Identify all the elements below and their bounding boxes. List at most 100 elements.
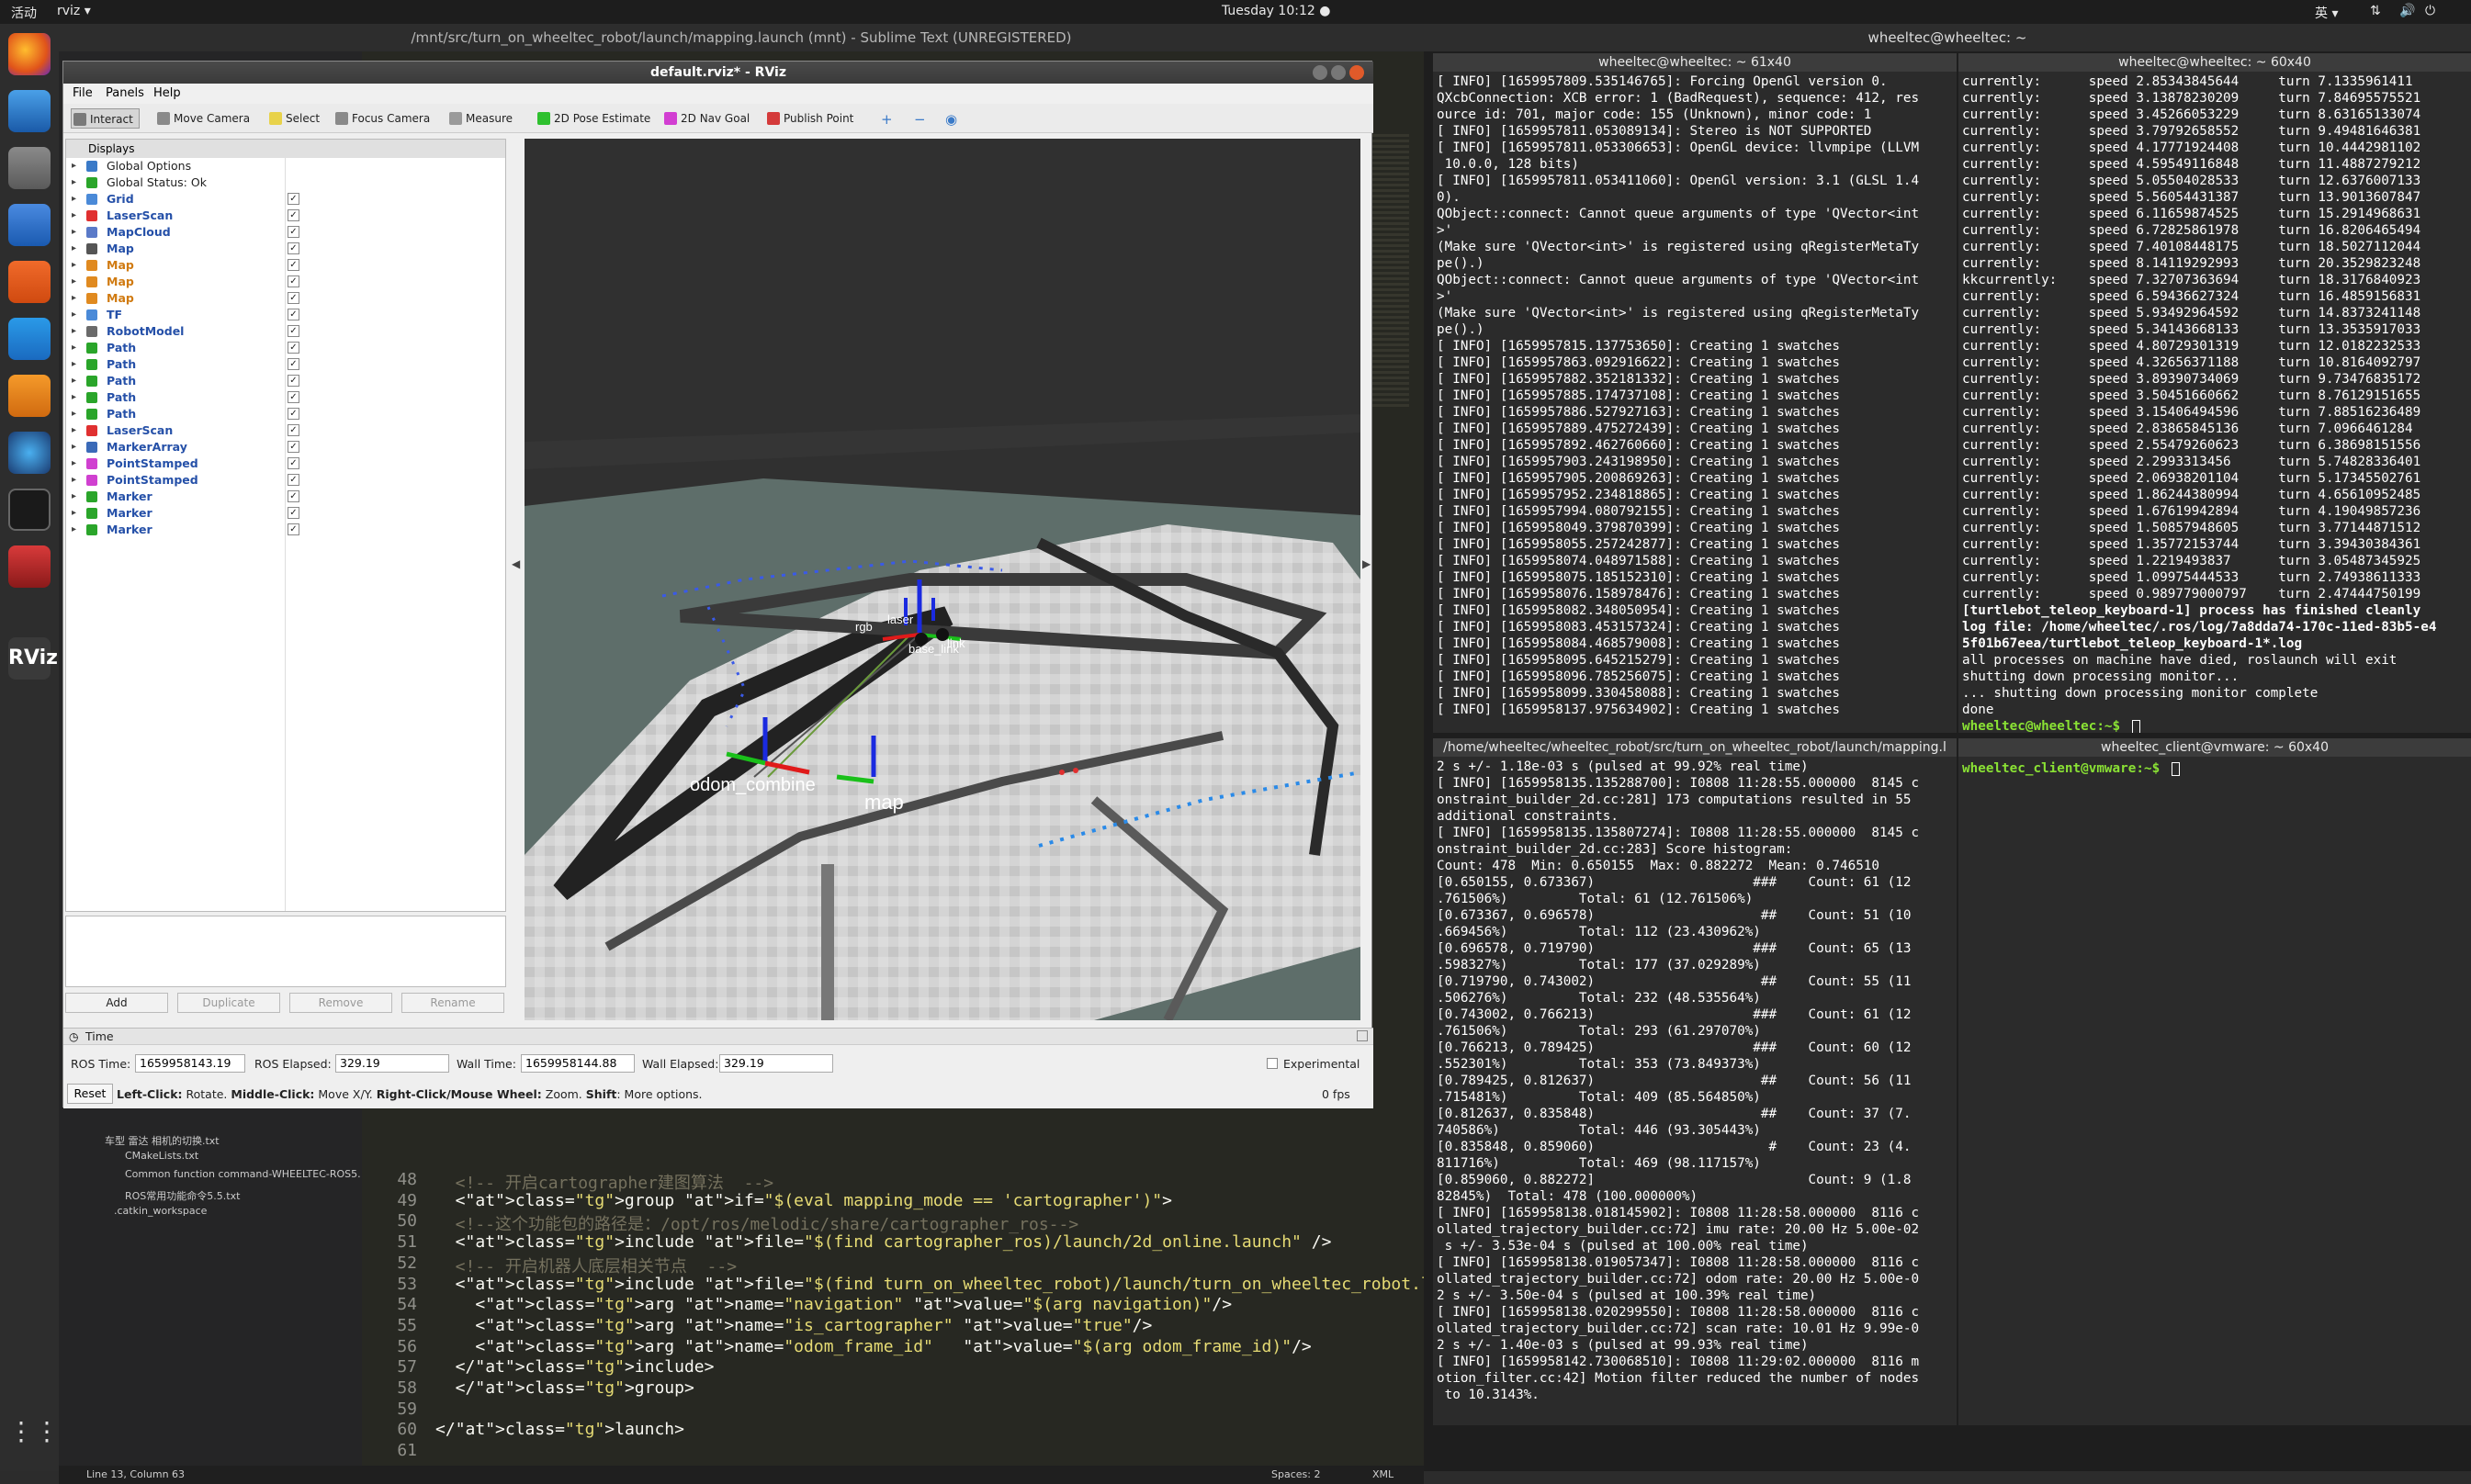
expand-icon[interactable]: ▸ — [72, 489, 76, 505]
expand-icon[interactable]: ▸ — [72, 406, 76, 422]
ros-elapsed-field[interactable]: 329.19 — [335, 1054, 449, 1073]
display-item[interactable]: ▸ MarkerArray ✓ — [66, 439, 505, 455]
3d-view[interactable]: odom_combine map rgb base_link laser lin… — [525, 139, 1360, 1020]
code-line[interactable]: <"at">class="tg">include "at">file="$(fi… — [435, 1275, 1501, 1294]
display-item[interactable]: ▸ Grid ✓ — [66, 191, 505, 208]
display-item[interactable]: ▸ PointStamped ✓ — [66, 455, 505, 472]
thunderbird-icon[interactable] — [8, 90, 51, 132]
code-line[interactable]: </"at">class="tg">include> — [435, 1357, 715, 1377]
power-icon[interactable]: ⏻ — [2425, 4, 2435, 18]
display-item[interactable]: ▸ TF ✓ — [66, 307, 505, 323]
display-enabled-checkbox[interactable]: ✓ — [288, 490, 299, 502]
activities-button[interactable]: 活动 — [11, 4, 37, 22]
add-tool-icon[interactable]: + — [881, 111, 893, 128]
code-line[interactable]: </"at">class="tg">group> — [435, 1378, 694, 1398]
expand-icon[interactable]: ▸ — [72, 208, 76, 224]
viewer-icon[interactable] — [8, 545, 51, 588]
tool-2d-pose-estimate[interactable]: 2D Pose Estimate — [536, 108, 650, 129]
code-line[interactable]: </"at">class="tg">launch> — [435, 1420, 684, 1439]
display-enabled-checkbox[interactable]: ✓ — [288, 507, 299, 519]
display-enabled-checkbox[interactable]: ✓ — [288, 275, 299, 287]
display-enabled-checkbox[interactable]: ✓ — [288, 457, 299, 469]
writer-icon[interactable] — [8, 204, 51, 246]
network-icon[interactable]: ⇅ — [2370, 4, 2381, 18]
undock-icon[interactable] — [1357, 1030, 1368, 1041]
volume-icon[interactable]: 🔊 — [2399, 4, 2415, 18]
expand-icon[interactable]: ▸ — [72, 472, 76, 489]
display-enabled-checkbox[interactable]: ✓ — [288, 292, 299, 304]
tool-publish-point[interactable]: Publish Point — [765, 108, 853, 129]
display-item[interactable]: ▸ PointStamped ✓ — [66, 472, 505, 489]
expand-icon[interactable]: ▸ — [72, 323, 76, 340]
app-menu[interactable]: rviz ▾ — [57, 4, 91, 18]
view-tool-icon[interactable]: ◉ — [945, 111, 957, 128]
expand-icon[interactable]: ▸ — [72, 257, 76, 274]
tool-measure[interactable]: Measure — [447, 108, 513, 129]
expand-icon[interactable]: ▸ — [72, 191, 76, 208]
display-item[interactable]: ▸ LaserScan ✓ — [66, 208, 505, 224]
display-item[interactable]: ▸ Path ✓ — [66, 406, 505, 422]
expand-icon[interactable]: ▸ — [72, 224, 76, 241]
display-enabled-checkbox[interactable]: ✓ — [288, 424, 299, 436]
terminal-pane-teleop[interactable]: wheeltec@wheeltec: ~ 60x40 currently: sp… — [1958, 53, 2471, 733]
display-item[interactable]: ▸ Map ✓ — [66, 241, 505, 257]
display-item[interactable]: ▸ Global Status: Ok — [66, 174, 505, 191]
expand-icon[interactable]: ▸ — [72, 505, 76, 522]
display-enabled-checkbox[interactable]: ✓ — [288, 342, 299, 354]
display-enabled-checkbox[interactable]: ✓ — [288, 523, 299, 535]
rename-button[interactable]: Rename — [401, 993, 504, 1013]
display-enabled-checkbox[interactable]: ✓ — [288, 209, 299, 221]
display-item[interactable]: ▸ Path ✓ — [66, 373, 505, 389]
display-item[interactable]: ▸ RobotModel ✓ — [66, 323, 505, 340]
display-item[interactable]: ▸ Map ✓ — [66, 290, 505, 307]
clock[interactable]: Tuesday 10:12 ● — [1222, 4, 1330, 18]
expand-icon[interactable]: ▸ — [72, 290, 76, 307]
ros-time-field[interactable]: 1659958143.19 — [135, 1054, 245, 1073]
expand-icon[interactable]: ▸ — [72, 389, 76, 406]
expand-icon[interactable]: ▸ — [72, 274, 76, 290]
shell-prompt[interactable]: wheeltec_client@vmware:~$ — [1962, 760, 2168, 777]
indent-setting[interactable]: Spaces: 2 — [1271, 1468, 1320, 1480]
expand-icon[interactable]: ▸ — [72, 174, 76, 191]
display-enabled-checkbox[interactable]: ✓ — [288, 441, 299, 453]
expand-icon[interactable]: ▸ — [72, 373, 76, 389]
expand-icon[interactable]: ▸ — [72, 356, 76, 373]
remove-tool-icon[interactable]: − — [914, 111, 926, 128]
menu-file[interactable]: File — [73, 86, 93, 100]
vscode-icon[interactable] — [8, 318, 51, 360]
code-line[interactable]: <"at">class="tg">arg "at">name="odom_fra… — [435, 1337, 1311, 1356]
display-enabled-checkbox[interactable]: ✓ — [288, 242, 299, 254]
display-item[interactable]: ▸ Path ✓ — [66, 340, 505, 356]
tool-2d-nav-goal[interactable]: 2D Nav Goal — [662, 108, 750, 129]
sublime-icon[interactable] — [8, 375, 51, 417]
tool-focus-camera[interactable]: Focus Camera — [333, 108, 430, 129]
code-line[interactable]: <"at">class="tg">arg "at">name="navigati… — [435, 1295, 1232, 1314]
show-apps-icon[interactable]: ⋮⋮ — [8, 1411, 60, 1453]
wall-time-field[interactable]: 1659958144.88 — [521, 1054, 635, 1073]
software-center-icon[interactable] — [8, 261, 51, 303]
expand-icon[interactable]: ▸ — [72, 307, 76, 323]
expand-icon[interactable]: ▸ — [72, 422, 76, 439]
code-line[interactable]: <"at">class="tg">arg "at">name="is_carto… — [435, 1316, 1152, 1335]
display-item[interactable]: ▸ Path ✓ — [66, 389, 505, 406]
files-icon[interactable] — [8, 147, 51, 189]
remove-button[interactable]: Remove — [289, 993, 392, 1013]
code-line[interactable]: <"at">class="tg">group "at">if="$(eval m… — [435, 1191, 1172, 1210]
reset-button[interactable]: Reset — [67, 1084, 113, 1104]
display-enabled-checkbox[interactable]: ✓ — [288, 408, 299, 420]
display-item[interactable]: ▸ Global Options — [66, 158, 505, 174]
display-enabled-checkbox[interactable]: ✓ — [288, 325, 299, 337]
display-item[interactable]: ▸ Marker ✓ — [66, 489, 505, 505]
display-item[interactable]: ▸ Map ✓ — [66, 274, 505, 290]
rviz-icon[interactable]: RViz — [8, 637, 58, 680]
expand-icon[interactable]: ▸ — [72, 522, 76, 538]
display-item[interactable]: ▸ LaserScan ✓ — [66, 422, 505, 439]
close-icon[interactable] — [1349, 65, 1364, 80]
maximize-icon[interactable] — [1331, 65, 1346, 80]
syntax-setting[interactable]: XML — [1372, 1468, 1393, 1480]
add-button[interactable]: Add — [65, 993, 168, 1013]
tool-select[interactable]: Select — [267, 108, 320, 129]
expand-icon[interactable]: ▸ — [72, 158, 76, 174]
display-enabled-checkbox[interactable]: ✓ — [288, 474, 299, 486]
experimental-checkbox[interactable] — [1267, 1058, 1278, 1069]
